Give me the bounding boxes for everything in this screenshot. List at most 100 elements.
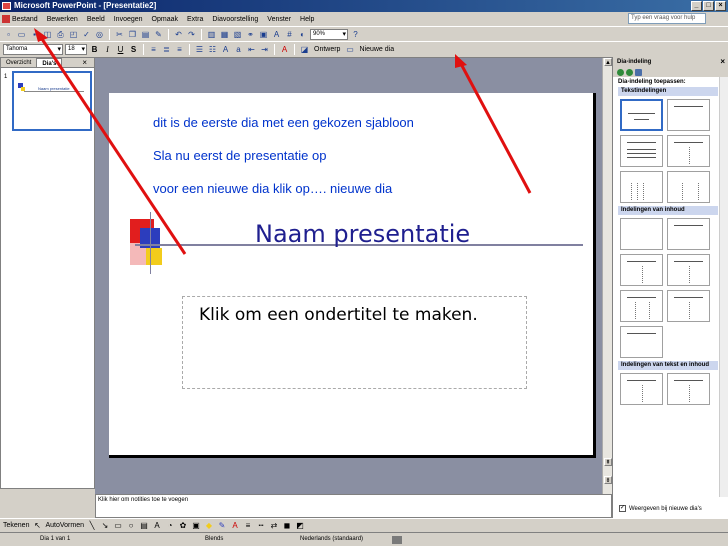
grid-icon[interactable]: # bbox=[284, 29, 295, 40]
back-icon[interactable] bbox=[617, 68, 624, 76]
research-icon[interactable]: ◎ bbox=[94, 29, 105, 40]
font-color-icon[interactable]: A bbox=[230, 521, 240, 531]
tab-dias[interactable]: Dia's bbox=[36, 58, 63, 67]
color-grayscale-icon[interactable]: ◐ bbox=[297, 29, 308, 40]
close-icon[interactable]: × bbox=[77, 58, 92, 68]
fill-color-icon[interactable]: ◆ bbox=[204, 521, 214, 531]
menu-beeld[interactable]: Beeld bbox=[87, 16, 105, 23]
numbering-icon[interactable]: ☰ bbox=[194, 44, 205, 55]
layout-large-content[interactable] bbox=[620, 326, 663, 358]
layout-two-columns[interactable] bbox=[667, 135, 710, 167]
align-center-icon[interactable]: ≣ bbox=[161, 44, 172, 55]
draw-menu-button[interactable]: Tekenen bbox=[3, 522, 29, 529]
layout-content[interactable] bbox=[667, 218, 710, 250]
menu-bestand[interactable]: Bestand bbox=[12, 16, 38, 23]
new-slide-button[interactable]: Nieuwe dia bbox=[357, 46, 396, 53]
textbox-icon[interactable]: ▤ bbox=[139, 521, 149, 531]
decrease-font-icon[interactable]: a bbox=[233, 44, 244, 55]
hyperlink-icon[interactable]: ⚭ bbox=[245, 29, 256, 40]
increase-font-icon[interactable]: A bbox=[220, 44, 231, 55]
next-slide-icon[interactable]: ⇟ bbox=[604, 476, 612, 484]
menu-opmaak[interactable]: Opmaak bbox=[152, 16, 178, 23]
layout-four-content[interactable] bbox=[667, 254, 710, 286]
zoom-select[interactable]: 90% bbox=[310, 28, 348, 40]
vertical-scrollbar[interactable]: ▲ ⇞ ⇟ bbox=[602, 58, 612, 495]
layout-title-only[interactable] bbox=[667, 99, 710, 131]
copy-icon[interactable]: ❐ bbox=[127, 29, 138, 40]
close-button[interactable]: × bbox=[715, 1, 726, 11]
line-icon[interactable]: ╲ bbox=[87, 521, 97, 531]
menu-diavoorstelling[interactable]: Diavoorstelling bbox=[212, 16, 258, 23]
rectangle-icon[interactable]: ▭ bbox=[113, 521, 123, 531]
help-icon[interactable]: ? bbox=[350, 29, 361, 40]
checkbox-checked-icon[interactable]: ✓ bbox=[619, 505, 626, 512]
font-color-icon[interactable]: A bbox=[279, 44, 290, 55]
clipart-icon[interactable]: ✿ bbox=[178, 521, 188, 531]
italic-button[interactable]: I bbox=[102, 44, 113, 55]
layout-content-text[interactable] bbox=[667, 373, 710, 405]
bold-button[interactable]: B bbox=[89, 44, 100, 55]
layout-blank[interactable] bbox=[620, 218, 663, 250]
tables-borders-icon[interactable]: ▧ bbox=[232, 29, 243, 40]
show-on-new-slide[interactable]: ✓ Weergeven bij nieuwe dia's bbox=[619, 505, 702, 512]
menu-bewerken[interactable]: Bewerken bbox=[47, 16, 78, 23]
notes-pane[interactable]: Klik hier om notities toe te voegen bbox=[95, 494, 612, 518]
close-icon[interactable]: × bbox=[720, 57, 725, 67]
menu-invoegen[interactable]: Invoegen bbox=[114, 16, 143, 23]
arrow-style-icon[interactable]: ⇄ bbox=[269, 521, 279, 531]
autoshapes-button[interactable]: AutoVormen bbox=[45, 522, 84, 529]
design-icon[interactable]: ◪ bbox=[299, 44, 310, 55]
save-icon[interactable]: ▪ bbox=[29, 29, 40, 40]
chart-icon[interactable]: ▥ bbox=[206, 29, 217, 40]
line-style-icon[interactable]: ≡ bbox=[243, 521, 253, 531]
align-right-icon[interactable]: ≡ bbox=[174, 44, 185, 55]
layout-content-mixed[interactable] bbox=[667, 290, 710, 322]
layout-two-content[interactable] bbox=[620, 254, 663, 286]
menu-venster[interactable]: Venster bbox=[267, 16, 291, 23]
dash-style-icon[interactable]: ┅ bbox=[256, 521, 266, 531]
align-left-icon[interactable]: ≡ bbox=[148, 44, 159, 55]
home-icon[interactable] bbox=[635, 68, 642, 76]
picture-icon[interactable]: ▣ bbox=[191, 521, 201, 531]
minimize-button[interactable]: _ bbox=[691, 1, 702, 11]
paste-icon[interactable]: ▤ bbox=[140, 29, 151, 40]
table-icon[interactable]: ▦ bbox=[219, 29, 230, 40]
scroll-up-icon[interactable]: ▲ bbox=[604, 58, 612, 66]
preview-icon[interactable]: ◰ bbox=[68, 29, 79, 40]
permission-icon[interactable]: ◫ bbox=[42, 29, 53, 40]
maximize-button[interactable]: □ bbox=[703, 1, 714, 11]
print-icon[interactable]: ⎙ bbox=[55, 29, 66, 40]
font-name-select[interactable]: Tahoma bbox=[3, 43, 63, 55]
slide-canvas[interactable]: dit is de eerste dia met een gekozen sja… bbox=[109, 93, 596, 458]
forward-icon[interactable] bbox=[626, 68, 633, 76]
undo-icon[interactable]: ↶ bbox=[173, 29, 184, 40]
open-icon[interactable]: ▭ bbox=[16, 29, 27, 40]
layout-content-grid[interactable] bbox=[620, 290, 663, 322]
layout-title-slide[interactable] bbox=[620, 99, 663, 131]
menu-help[interactable]: Help bbox=[300, 16, 314, 23]
underline-button[interactable]: U bbox=[115, 44, 126, 55]
subtitle-placeholder[interactable]: Klik om een ondertitel te maken. bbox=[182, 296, 527, 389]
font-size-select[interactable]: 18 bbox=[65, 43, 87, 55]
increase-indent-icon[interactable]: ⇥ bbox=[259, 44, 270, 55]
line-color-icon[interactable]: ✎ bbox=[217, 521, 227, 531]
new-icon[interactable]: ▫ bbox=[3, 29, 14, 40]
diagram-icon[interactable]: ◔ bbox=[165, 521, 175, 531]
select-pointer-icon[interactable]: ↖ bbox=[32, 521, 42, 531]
menu-extra[interactable]: Extra bbox=[187, 16, 203, 23]
show-formatting-icon[interactable]: A bbox=[271, 29, 282, 40]
slide-thumbnail[interactable]: Naam presentatie bbox=[12, 71, 92, 131]
bullets-icon[interactable]: ☷ bbox=[207, 44, 218, 55]
tab-overzicht[interactable]: Overzicht bbox=[1, 58, 36, 67]
3d-icon[interactable]: ◩ bbox=[295, 521, 305, 531]
decrease-indent-icon[interactable]: ⇤ bbox=[246, 44, 257, 55]
arrow-icon[interactable]: ↘ bbox=[100, 521, 110, 531]
task-pane-scrollbar[interactable] bbox=[719, 77, 728, 497]
slide-title[interactable]: Naam presentatie bbox=[255, 220, 470, 248]
layout-vertical-text[interactable] bbox=[620, 171, 663, 203]
spelling-icon[interactable]: ✓ bbox=[81, 29, 92, 40]
expand-icon[interactable]: ▣ bbox=[258, 29, 269, 40]
shadow-icon[interactable]: ◼ bbox=[282, 521, 292, 531]
design-button[interactable]: Ontwerp bbox=[312, 46, 342, 53]
redo-icon[interactable]: ↷ bbox=[186, 29, 197, 40]
